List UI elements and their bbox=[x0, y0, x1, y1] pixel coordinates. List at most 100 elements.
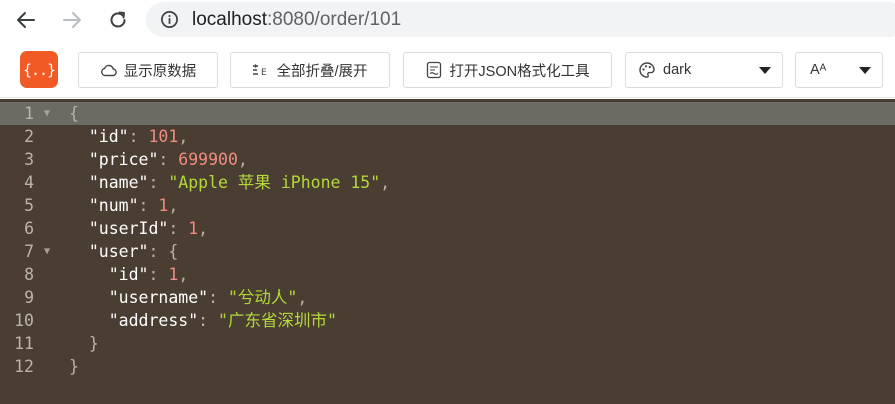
json-key: "id" bbox=[108, 265, 149, 284]
json-key: "address" bbox=[108, 311, 199, 330]
json-colon: : bbox=[148, 265, 169, 284]
code-text: "username": "兮动人", bbox=[69, 286, 308, 309]
json-key: "price" bbox=[88, 150, 159, 169]
code-text: "userId": 1, bbox=[69, 217, 208, 240]
theme-value: dark bbox=[663, 62, 692, 78]
line-number: 11 bbox=[14, 334, 34, 353]
code-line: 2 "id": 101, bbox=[0, 125, 895, 148]
code-text: "id": 101, bbox=[69, 125, 188, 148]
json-key: "username" bbox=[108, 288, 209, 307]
json-key: "name" bbox=[88, 173, 149, 192]
json-punct: , bbox=[178, 265, 189, 284]
back-button[interactable] bbox=[12, 6, 40, 34]
json-string: "兮动人" bbox=[227, 288, 298, 307]
chevron-down-icon bbox=[859, 67, 871, 74]
json-punct: } bbox=[88, 334, 99, 353]
json-colon: : bbox=[138, 196, 159, 215]
open-tool-button[interactable]: 打开JSON格式化工具 bbox=[403, 52, 612, 88]
code-line: 10 "address": "广东省深圳市" bbox=[0, 309, 895, 332]
json-logo[interactable]: {..} bbox=[20, 51, 58, 88]
code-line: 6 "userId": 1, bbox=[0, 217, 895, 240]
json-file-icon bbox=[425, 61, 443, 79]
line-number: 4 bbox=[24, 173, 34, 192]
browser-address-bar: localhost:8080/order/101 bbox=[0, 0, 895, 40]
code-line: 7 ▼ "user": { bbox=[0, 240, 895, 263]
json-key: "user" bbox=[88, 242, 149, 261]
arrow-right-icon bbox=[63, 12, 81, 28]
code-text: "num": 1, bbox=[69, 194, 178, 217]
reload-button[interactable] bbox=[104, 6, 132, 34]
font-value: Aᴬ bbox=[810, 62, 827, 78]
code-line: 9 "username": "兮动人", bbox=[0, 286, 895, 309]
json-editor[interactable]: 1 ▼{2 "id": 101, 3 "price": 699900, 4 "name… bbox=[0, 99, 895, 404]
fold-arrow-icon[interactable]: ▼ bbox=[44, 102, 50, 125]
json-colon: : bbox=[208, 288, 228, 307]
palette-icon bbox=[639, 62, 655, 78]
code-line: 12} bbox=[0, 355, 895, 378]
forward-button[interactable] bbox=[58, 6, 86, 34]
fold-all-label: 全部折叠/展开 bbox=[276, 63, 368, 80]
json-colon: : bbox=[128, 127, 149, 146]
json-number: 1 bbox=[168, 265, 179, 284]
json-punct: } bbox=[69, 357, 79, 376]
font-select[interactable]: Aᴬ bbox=[795, 52, 883, 88]
json-key: "userId" bbox=[88, 219, 169, 238]
info-icon[interactable] bbox=[160, 10, 179, 29]
json-punct: , bbox=[297, 288, 308, 307]
url-host: localhost bbox=[192, 9, 267, 30]
cloud-icon bbox=[100, 61, 118, 79]
arrow-left-icon bbox=[17, 12, 35, 28]
code-text: { bbox=[69, 102, 79, 125]
fold-all-button[interactable]: E 全部折叠/展开 bbox=[230, 52, 390, 88]
show-raw-label: 显示原数据 bbox=[123, 63, 197, 80]
code-text: "id": 1, bbox=[69, 263, 189, 286]
code-text: "price": 699900, bbox=[69, 148, 248, 171]
svg-text:E: E bbox=[261, 68, 267, 77]
line-number: 5 bbox=[24, 196, 34, 215]
theme-select[interactable]: dark bbox=[625, 52, 783, 88]
json-colon: : bbox=[148, 242, 169, 261]
json-string: "Apple 苹果 iPhone 15" bbox=[168, 173, 381, 192]
json-viewer-toolbar: {..} 显示原数据 E 全部折叠/展开 打开JSON格式化工具 dark Aᴬ bbox=[0, 40, 895, 98]
json-punct: , bbox=[198, 219, 209, 238]
code-line: 4 "name": "Apple 苹果 iPhone 15", bbox=[0, 171, 895, 194]
json-punct: , bbox=[380, 173, 391, 192]
code-text: } bbox=[69, 332, 99, 355]
json-number: 101 bbox=[148, 127, 179, 146]
line-number: 12 bbox=[14, 357, 34, 376]
line-number: 2 bbox=[24, 127, 34, 146]
code-text: "user": { bbox=[69, 240, 178, 263]
open-tool-label: 打开JSON格式化工具 bbox=[449, 63, 590, 80]
url-field[interactable]: localhost:8080/order/101 bbox=[146, 2, 895, 37]
json-key: "num" bbox=[88, 196, 139, 215]
fold-arrow-icon[interactable]: ▼ bbox=[44, 240, 50, 263]
url-text: localhost:8080/order/101 bbox=[192, 9, 401, 31]
code-text: "name": "Apple 苹果 iPhone 15", bbox=[69, 171, 390, 194]
line-number: 10 bbox=[14, 311, 34, 330]
line-number: 6 bbox=[24, 219, 34, 238]
json-colon: : bbox=[158, 150, 179, 169]
json-punct: , bbox=[178, 127, 189, 146]
code-line: 3 "price": 699900, bbox=[0, 148, 895, 171]
json-colon: : bbox=[168, 219, 189, 238]
url-path: :8080/order/101 bbox=[267, 9, 402, 30]
line-number: 9 bbox=[24, 288, 34, 307]
chevron-down-icon bbox=[759, 67, 771, 74]
line-number: 8 bbox=[24, 265, 34, 284]
code-line: 5 "num": 1, bbox=[0, 194, 895, 217]
json-punct: { bbox=[69, 104, 79, 123]
code-line: 8 "id": 1, bbox=[0, 263, 895, 286]
json-punct: , bbox=[237, 150, 248, 169]
fold-icon: E bbox=[252, 61, 270, 79]
code-text: } bbox=[69, 355, 79, 378]
show-raw-button[interactable]: 显示原数据 bbox=[78, 52, 218, 88]
line-number: 3 bbox=[24, 150, 34, 169]
